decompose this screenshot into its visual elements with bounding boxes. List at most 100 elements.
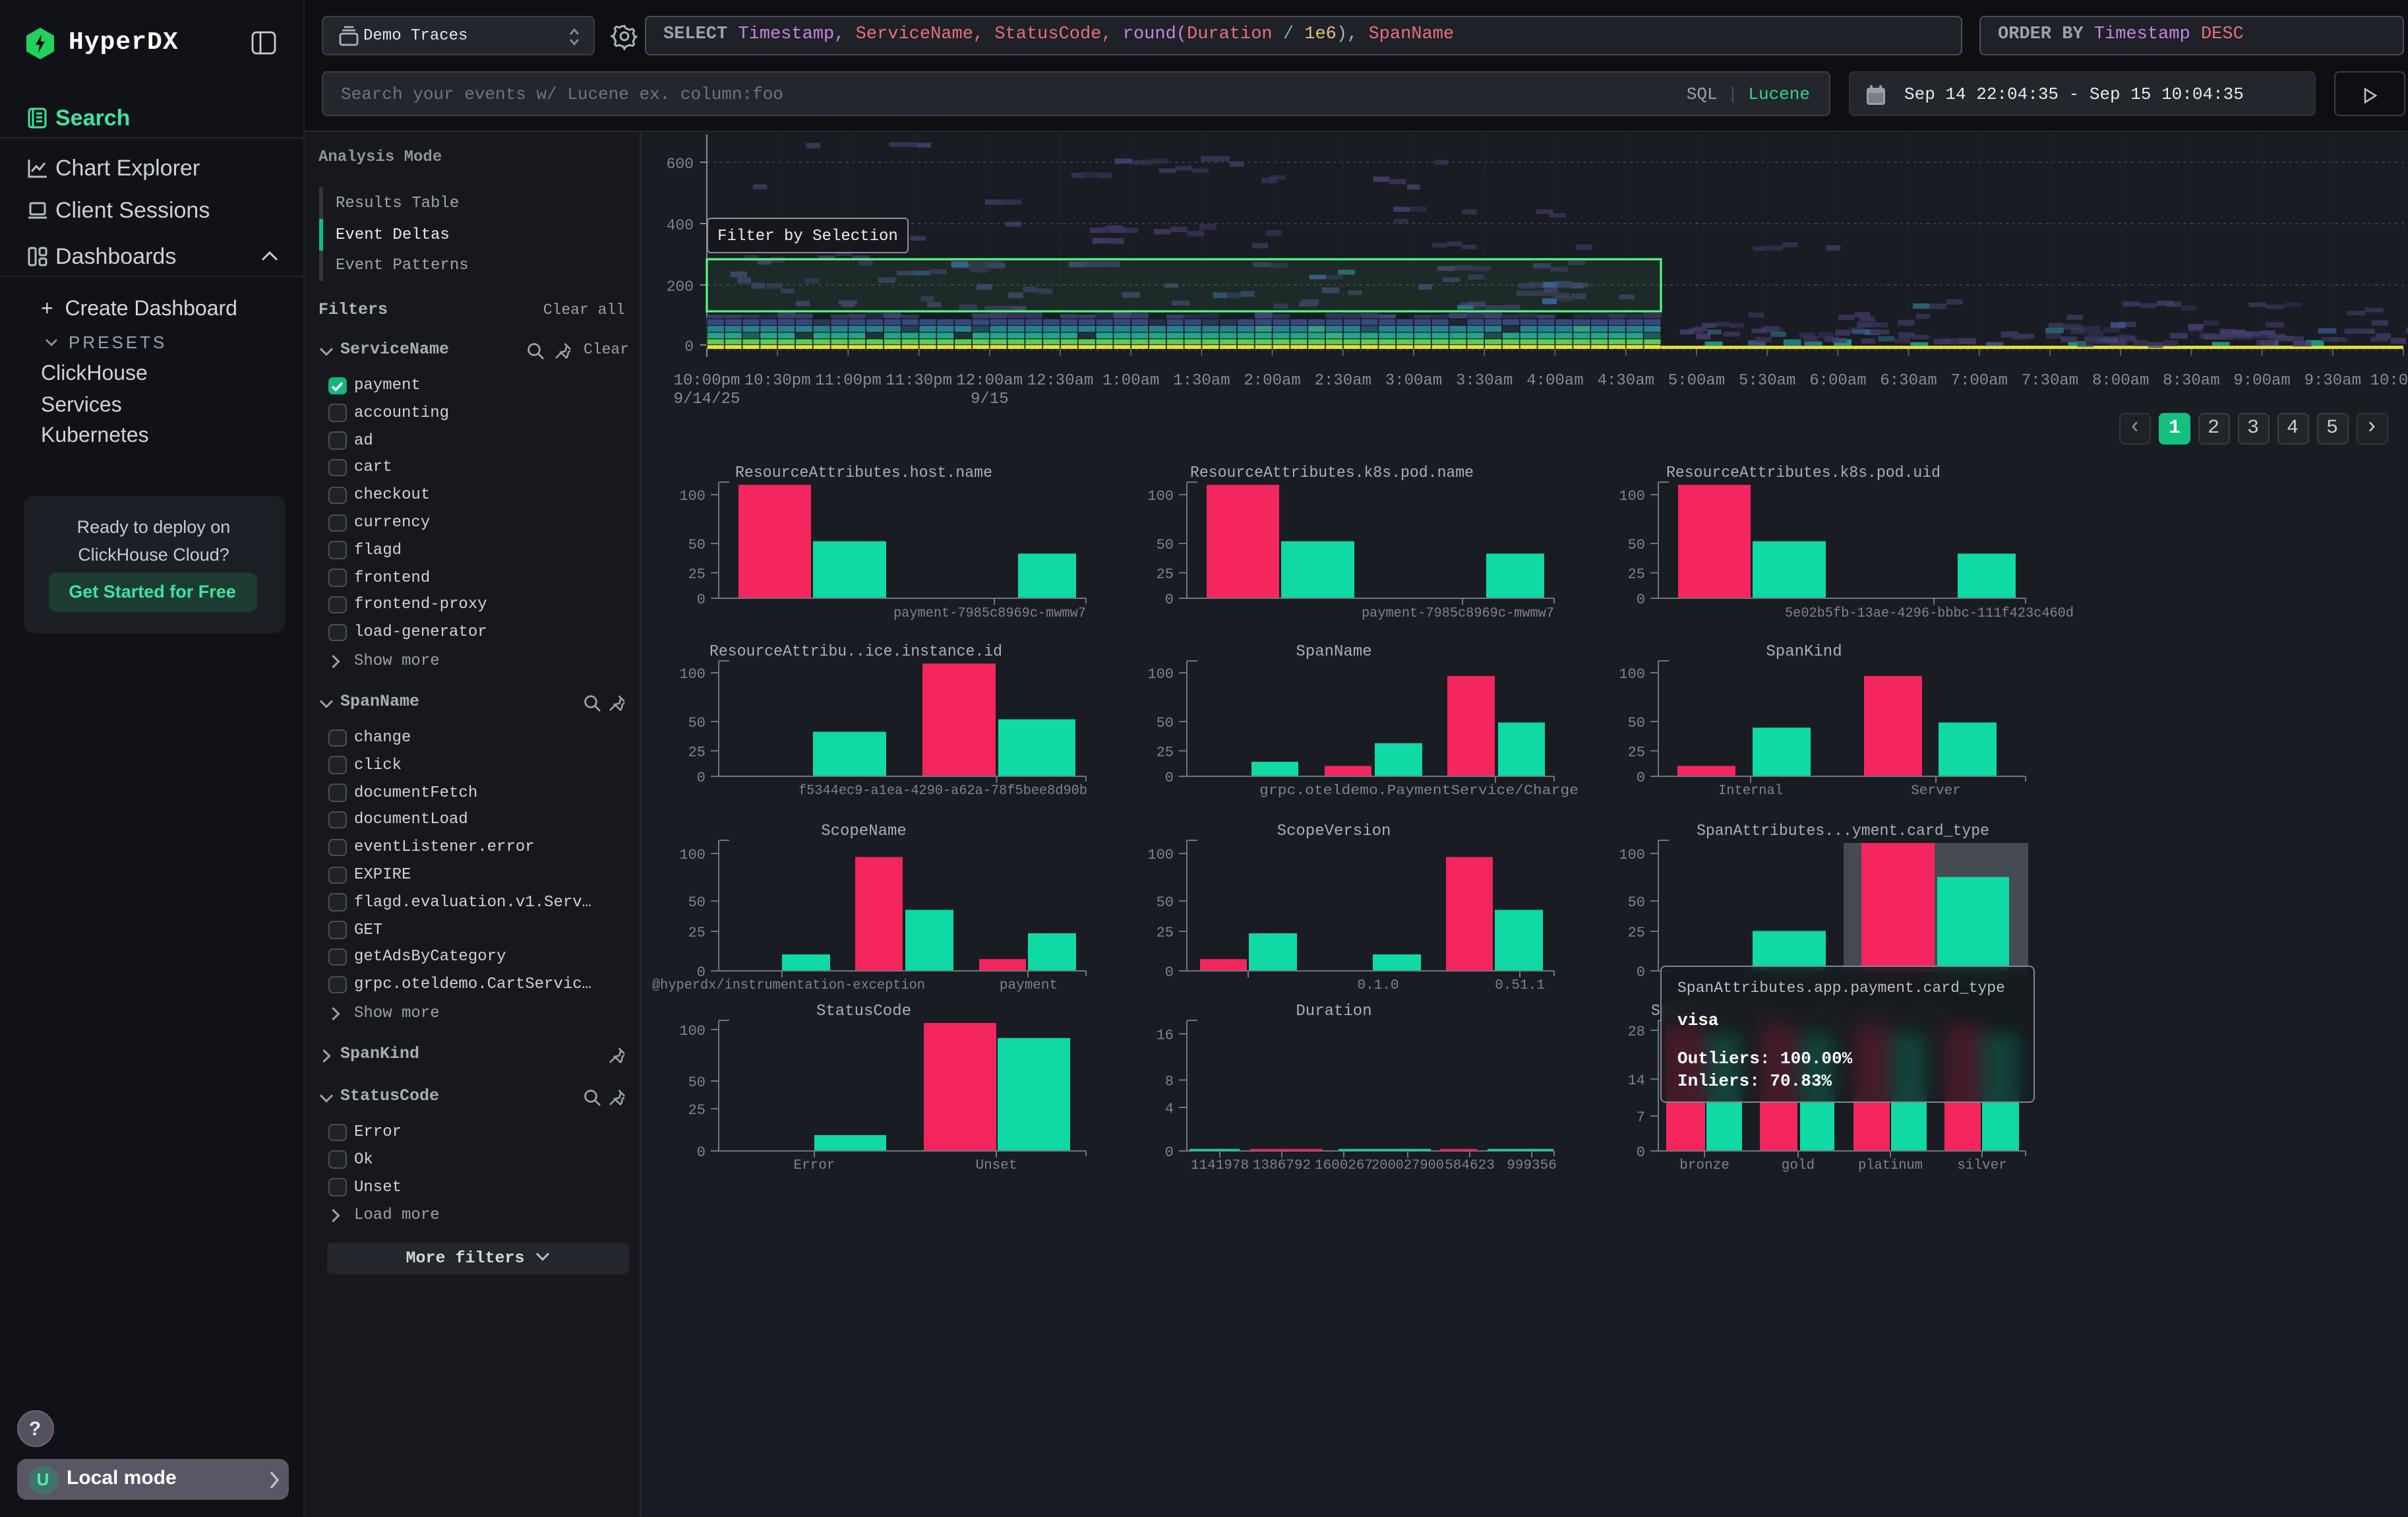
svg-text:platinum: platinum [1858,1158,1923,1173]
svg-text:50: 50 [1157,537,1174,553]
svg-text:100: 100 [679,488,706,505]
svg-text:1:30am: 1:30am [1173,372,1230,390]
svg-text:50: 50 [1157,715,1174,731]
svg-text:8:00am: 8:00am [2092,372,2149,390]
svg-text:25: 25 [688,925,706,941]
svg-text:@hyperdx/instrumentation-excep: @hyperdx/instrumentation-exception [652,978,925,993]
svg-text:25: 25 [1628,925,1645,941]
svg-text:0.1.0: 0.1.0 [1357,978,1399,993]
svg-text:0: 0 [684,338,694,356]
svg-text:100: 100 [1147,488,1174,505]
svg-text:999356: 999356 [1507,1158,1557,1173]
svg-text:100: 100 [1147,847,1174,863]
svg-text:0: 0 [1165,1144,1174,1161]
svg-text:7:00am: 7:00am [1951,372,2008,390]
svg-text:0: 0 [1637,1144,1645,1161]
svg-text:7:30am: 7:30am [2022,372,2078,390]
svg-text:12:30am: 12:30am [1027,372,1094,390]
svg-text:5e02b5fb-13ae-4296-bbbc-111f42: 5e02b5fb-13ae-4296-bbbc-111f423c460d [1785,606,2074,621]
svg-text:3:00am: 3:00am [1385,372,1442,390]
svg-text:ScopeName: ScopeName [821,822,907,840]
svg-text:28: 28 [1628,1024,1645,1040]
svg-text:11:30pm: 11:30pm [886,372,952,390]
svg-text:14: 14 [1628,1072,1645,1089]
svg-text:100: 100 [1619,666,1645,683]
svg-text:0: 0 [1637,964,1645,981]
svg-text:100: 100 [1619,847,1645,863]
svg-text:10:30pm: 10:30pm [744,372,811,390]
svg-text:200027900: 200027900 [1371,1158,1444,1173]
svg-text:4:00am: 4:00am [1526,372,1583,390]
svg-text:6:00am: 6:00am [1809,372,1866,390]
svg-text:100: 100 [679,666,706,683]
svg-text:StatusCode: StatusCode [816,1003,911,1020]
svg-text:5:00am: 5:00am [1668,372,1725,390]
svg-text:ResourceAttributes.k8s.pod.nam: ResourceAttributes.k8s.pod.name [1190,464,1474,482]
svg-text:0.51.1: 0.51.1 [1495,978,1545,993]
svg-text:1600267: 1600267 [1315,1158,1373,1173]
svg-text:payment-7985c8969c-mwmw7: payment-7985c8969c-mwmw7 [893,606,1086,621]
svg-text:payment: payment [1000,978,1058,993]
svg-text:9:00am: 9:00am [2233,372,2290,390]
svg-text:50: 50 [688,537,706,553]
svg-text:silver: silver [1957,1158,2007,1173]
svg-text:25: 25 [1628,744,1645,760]
svg-text:2:00am: 2:00am [1244,372,1300,390]
svg-text:7: 7 [1637,1109,1645,1126]
svg-text:25: 25 [1157,925,1174,941]
svg-text:9/14/25: 9/14/25 [674,390,740,408]
svg-text:200: 200 [667,278,694,295]
svg-text:50: 50 [1628,894,1645,911]
svg-text:Error: Error [793,1158,835,1173]
svg-text:400: 400 [667,217,694,234]
svg-text:8: 8 [1165,1074,1174,1090]
svg-text:SpanKind: SpanKind [1766,643,1842,661]
svg-text:0: 0 [697,1144,706,1161]
svg-text:6:30am: 6:30am [1880,372,1937,390]
svg-text:25: 25 [688,566,706,582]
svg-text:11:00pm: 11:00pm [815,372,882,390]
svg-text:25: 25 [1157,744,1174,760]
svg-text:Duration: Duration [1296,1003,1371,1020]
svg-text:payment-7985c8969c-mwmw7: payment-7985c8969c-mwmw7 [1362,606,1554,621]
svg-text:1141978: 1141978 [1191,1158,1249,1173]
svg-text:8:30am: 8:30am [2163,372,2219,390]
svg-text:Unset: Unset [975,1158,1017,1173]
svg-text:50: 50 [688,715,706,731]
svg-text:5:30am: 5:30am [1739,372,1795,390]
svg-text:1:00am: 1:00am [1102,372,1159,390]
svg-text:Server: Server [1911,784,1961,799]
svg-text:600: 600 [667,156,694,173]
svg-text:0: 0 [1637,770,1645,786]
svg-text:25: 25 [1628,566,1645,582]
svg-text:0: 0 [1165,592,1174,608]
svg-text:100: 100 [679,1023,706,1039]
svg-text:grpc.oteldemo.PaymentService/C: grpc.oteldemo.PaymentService/Charge [1259,784,1579,799]
svg-text:0: 0 [697,592,706,608]
svg-text:10:00am: 10:00am [2370,372,2408,390]
svg-text:100: 100 [1147,666,1174,683]
svg-text:Internal: Internal [1718,784,1783,799]
svg-text:bronze: bronze [1679,1158,1730,1173]
svg-text:4: 4 [1165,1101,1174,1117]
svg-text:25: 25 [688,744,706,760]
svg-text:SpanName: SpanName [1296,643,1371,661]
svg-text:100: 100 [1619,488,1645,505]
svg-text:9/15: 9/15 [971,390,1009,408]
svg-text:4:30am: 4:30am [1598,372,1654,390]
svg-text:10:00pm: 10:00pm [674,372,740,390]
svg-text:50: 50 [688,894,706,911]
svg-text:25: 25 [688,1102,706,1119]
svg-text:9:30am: 9:30am [2304,372,2361,390]
svg-text:0: 0 [1165,964,1174,981]
svg-text:gold: gold [1782,1158,1815,1173]
svg-text:ResourceAttributes.k8s.pod.uid: ResourceAttributes.k8s.pod.uid [1666,464,1941,482]
svg-text:25: 25 [1157,566,1174,582]
svg-text:50: 50 [688,1074,706,1091]
svg-text:0: 0 [1165,770,1174,786]
svg-text:3:30am: 3:30am [1456,372,1513,390]
svg-text:0: 0 [697,770,706,786]
svg-text:ScopeVersion: ScopeVersion [1277,822,1391,840]
svg-text:f5344ec9-a1ea-4290-a62a-78f5be: f5344ec9-a1ea-4290-a62a-78f5bee8d90b [798,784,1087,799]
svg-text:ResourceAttributes.host.name: ResourceAttributes.host.name [735,464,992,482]
